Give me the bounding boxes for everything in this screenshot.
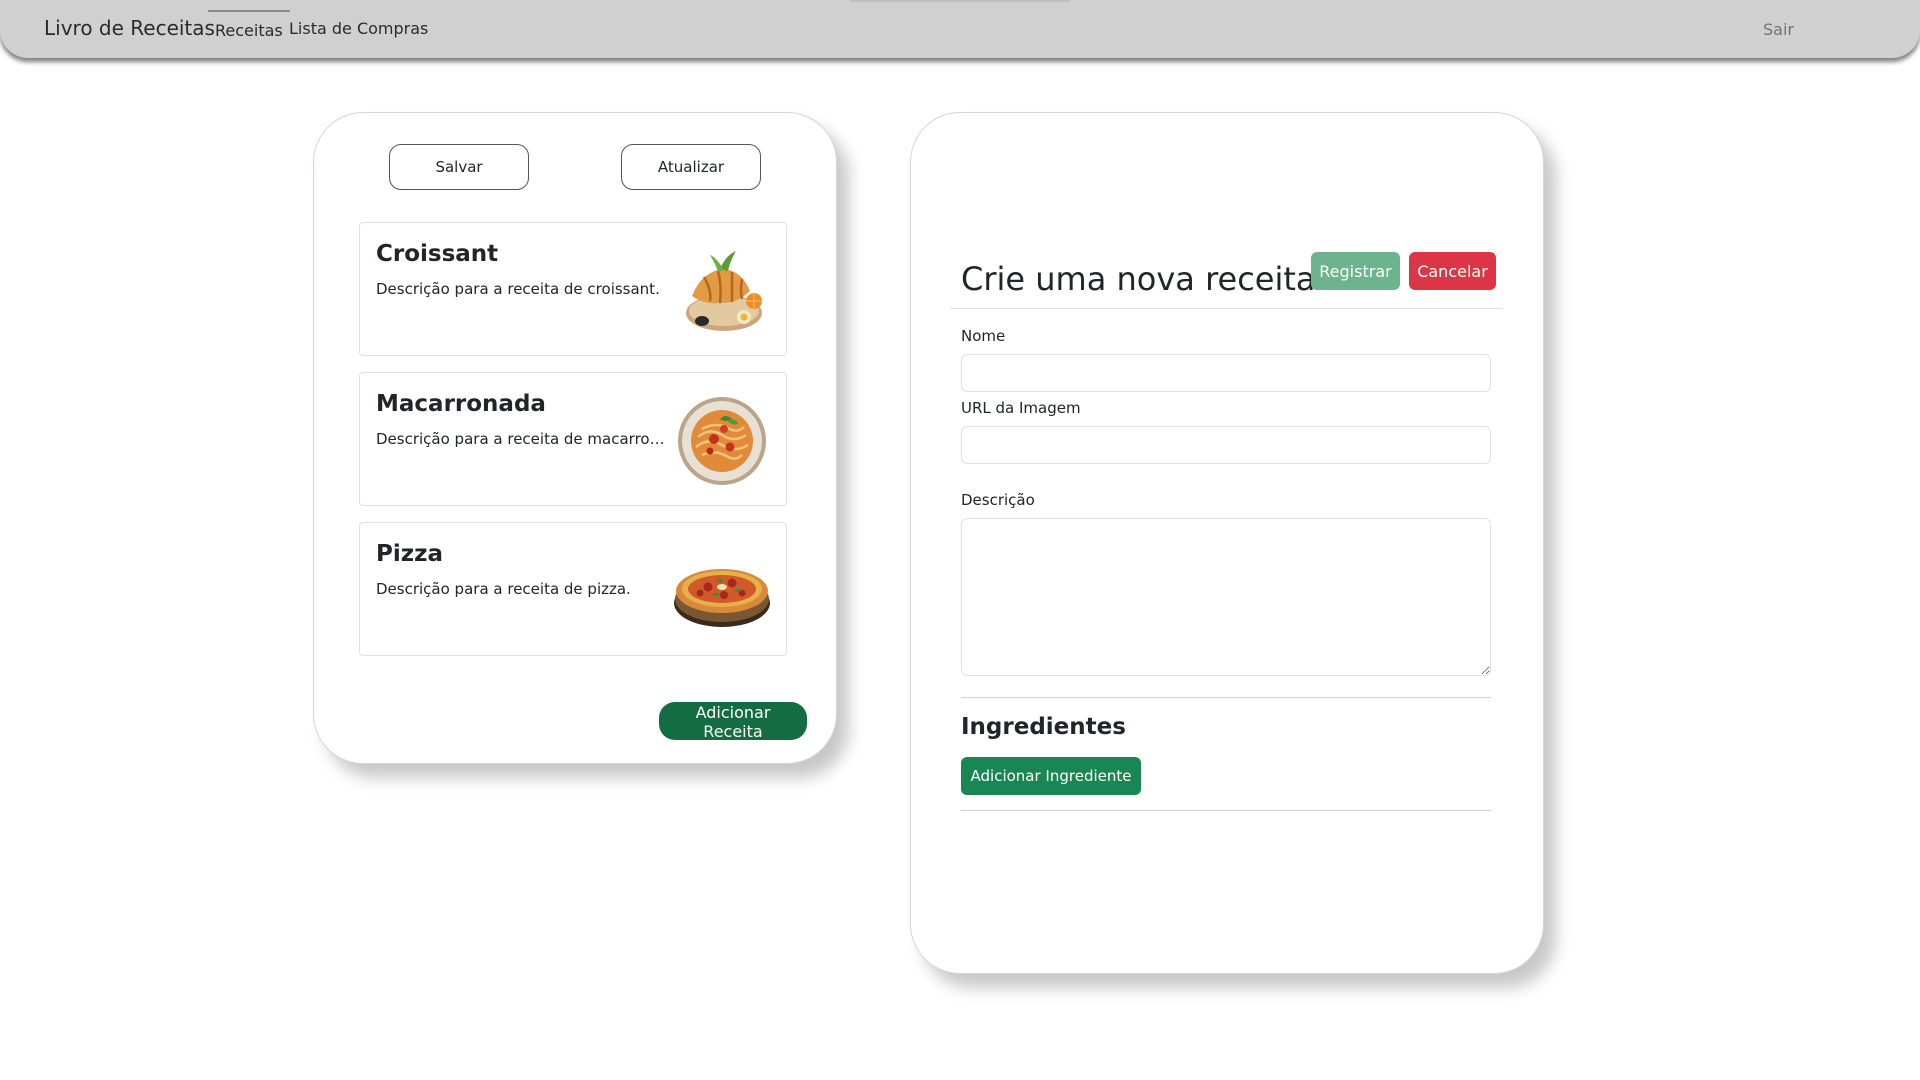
recipe-description: Descrição para a receita de croissant.	[376, 280, 660, 298]
register-button[interactable]: Registrar	[1311, 252, 1400, 290]
new-recipe-form-panel: Crie uma nova receita Registrar Cancelar…	[910, 112, 1544, 974]
recipes-panel: Salvar Atualizar Croissant Descrição par…	[313, 112, 837, 764]
pizza-image	[674, 569, 770, 627]
cancel-button[interactable]: Cancelar	[1409, 252, 1496, 290]
recipe-card-pizza[interactable]: Pizza Descrição para a receita de pizza.	[359, 522, 787, 656]
navbar-brand[interactable]: Livro de Receitas	[44, 16, 215, 40]
recipe-description: Descrição para a receita de pizza.	[376, 580, 631, 598]
pasta-image	[678, 397, 766, 485]
description-textarea[interactable]	[961, 518, 1491, 676]
top-navbar: Livro de Receitas Receitas Lista de Comp…	[0, 0, 1920, 58]
name-input[interactable]	[961, 354, 1491, 392]
add-recipe-button[interactable]: Adicionar Receita	[659, 702, 807, 741]
image-url-input[interactable]	[961, 426, 1491, 464]
recipe-description: Descrição para a receita de macarronada.	[376, 430, 666, 448]
recipe-list: Croissant Descrição para a receita de cr…	[359, 222, 787, 672]
name-label: Nome	[961, 327, 1006, 345]
logout-link[interactable]: Sair	[1763, 20, 1794, 39]
recipe-name: Croissant	[376, 241, 499, 267]
nav-link-shopping-list[interactable]: Lista de Compras	[289, 19, 428, 38]
image-url-label: URL da Imagem	[961, 399, 1081, 417]
section-divider	[961, 810, 1491, 811]
croissant-image	[686, 251, 762, 331]
ingredients-title: Ingredientes	[961, 714, 1126, 740]
add-ingredient-button[interactable]: Adicionar Ingrediente	[961, 757, 1141, 795]
form-title: Crie uma nova receita	[961, 260, 1316, 298]
nav-link-recipes[interactable]: Receitas	[208, 10, 290, 40]
recipe-name: Pizza	[376, 541, 444, 567]
recipe-card-macarronada[interactable]: Macarronada Descrição para a receita de …	[359, 372, 787, 506]
save-button[interactable]: Salvar	[389, 144, 529, 190]
recipe-card-croissant[interactable]: Croissant Descrição para a receita de cr…	[359, 222, 787, 356]
section-divider	[961, 697, 1491, 698]
update-button[interactable]: Atualizar	[621, 144, 761, 190]
description-label: Descrição	[961, 491, 1035, 509]
form-header: Crie uma nova receita Registrar Cancelar	[950, 252, 1503, 309]
navbar-top-indicator	[850, 0, 1070, 2]
recipe-name: Macarronada	[376, 391, 546, 417]
